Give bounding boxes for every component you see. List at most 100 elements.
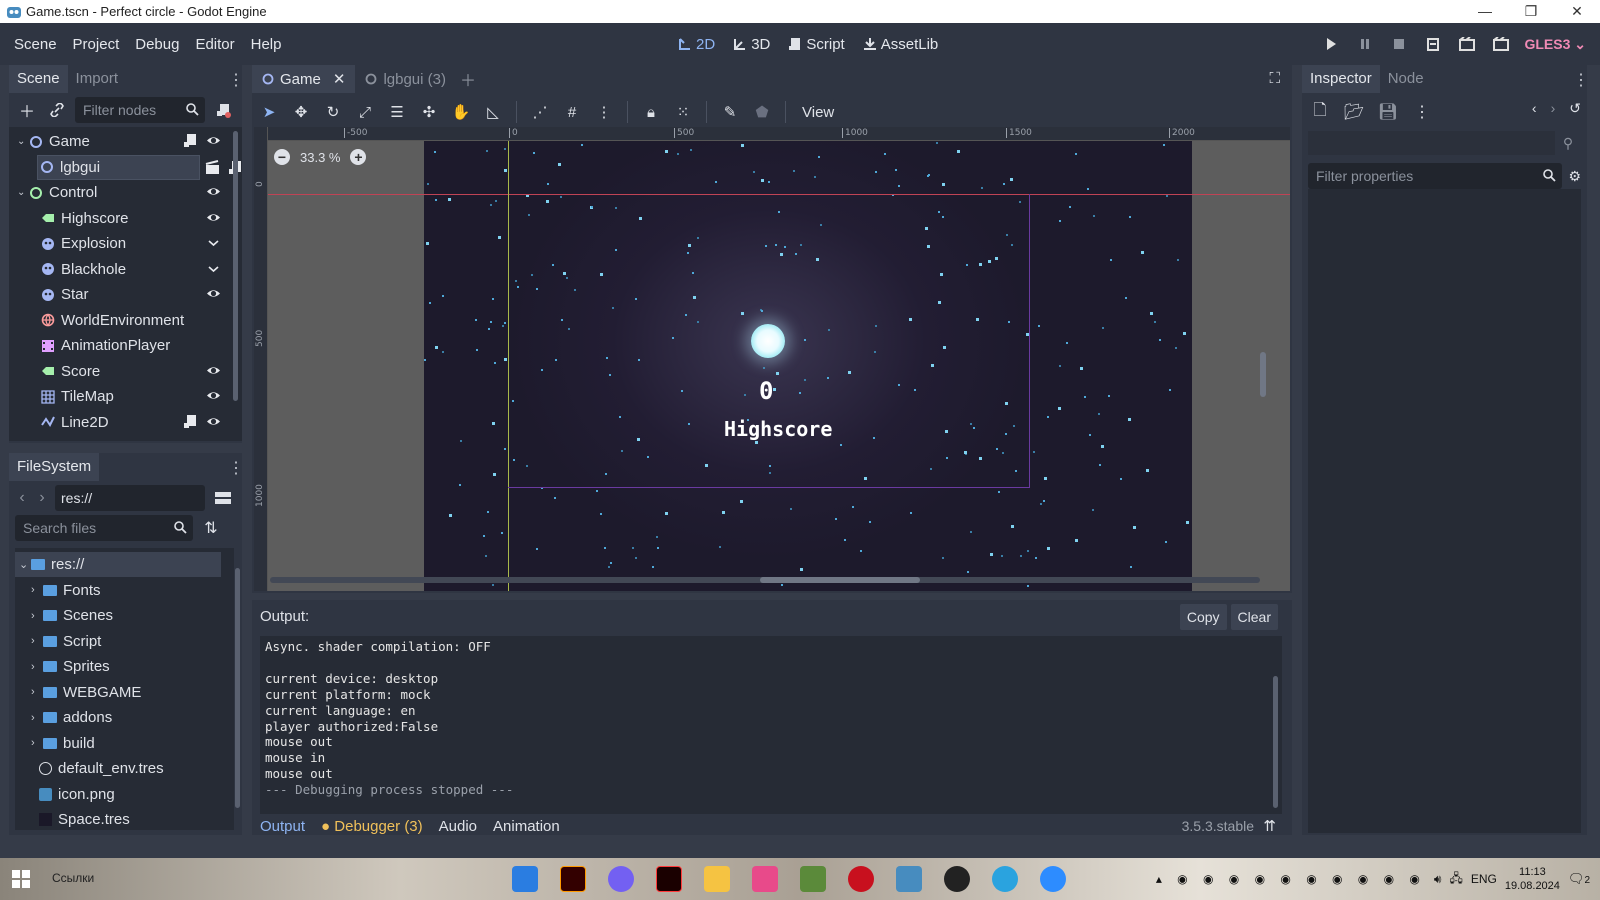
split-view-icon[interactable] — [211, 486, 235, 510]
history-forward-icon[interactable]: › — [1551, 100, 1556, 117]
horizontal-scrollbar[interactable] — [760, 577, 920, 583]
filesystem-item[interactable]: › WEBGAME — [15, 680, 225, 705]
filesystem-item[interactable]: › Fonts — [15, 578, 225, 603]
menu-debug[interactable]: Debug — [127, 36, 187, 53]
path-input[interactable]: res:// — [55, 485, 205, 511]
instance-scene-button[interactable] — [45, 98, 69, 122]
photos-app-icon[interactable] — [512, 866, 538, 892]
workspace-3d-button[interactable]: 3D — [727, 36, 776, 53]
search-files-input[interactable]: Search files — [15, 515, 193, 541]
back-icon[interactable]: ‹ — [15, 486, 29, 510]
animate-app-icon[interactable] — [656, 866, 682, 892]
object-search-icon[interactable]: ⚲ — [1555, 135, 1581, 152]
play-button[interactable] — [1320, 33, 1342, 55]
minimize-button[interactable]: — — [1462, 0, 1508, 23]
view-menu-button[interactable]: View — [796, 104, 840, 121]
visibility-eye-icon[interactable] — [206, 133, 221, 148]
paint-app-icon[interactable] — [752, 866, 778, 892]
pivot-mode-icon[interactable]: ✣ — [416, 99, 442, 125]
zoom-app-icon[interactable] — [1040, 866, 1066, 892]
scene-tree-node[interactable]: AnimationPlayer — [9, 333, 229, 358]
scene-tree-node[interactable]: Highscore — [9, 206, 229, 231]
visibility-eye-icon[interactable] — [206, 363, 221, 378]
windows-start-icon[interactable] — [12, 870, 30, 888]
save-resource-icon[interactable]: 💾︎ — [1376, 100, 1400, 124]
lock-icon[interactable]: 🔒︎ — [638, 99, 664, 125]
restore-button[interactable]: ❐ — [1508, 0, 1554, 23]
pin-panel-icon[interactable]: ⇈ — [1263, 817, 1276, 835]
visibility-eye-icon[interactable] — [206, 184, 221, 199]
close-tab-icon[interactable]: ✕ — [333, 70, 346, 88]
inspector-menu-icon[interactable] — [1573, 70, 1583, 88]
language-indicator[interactable]: ENG — [1471, 872, 1497, 886]
obs-app-icon[interactable] — [944, 866, 970, 892]
new-scene-tab-icon[interactable]: ＋ — [456, 67, 480, 91]
game-highscore-text[interactable]: Highscore — [724, 417, 832, 441]
grid-snap-icon[interactable]: # — [559, 99, 585, 125]
illustrator-app-icon[interactable] — [560, 866, 586, 892]
close-window-button[interactable]: ✕ — [1554, 0, 1600, 23]
tab-import[interactable]: Import — [68, 65, 127, 93]
list-select-icon[interactable]: ☰ — [384, 99, 410, 125]
object-selector[interactable]: ⚲ — [1308, 129, 1581, 157]
tab-inspector[interactable]: Inspector — [1302, 65, 1380, 93]
skeleton-icon[interactable]: ✎ — [717, 99, 743, 125]
ruler-mode-icon[interactable]: ◺ — [480, 99, 506, 125]
expand-arrow-icon[interactable]: ⌄ — [17, 136, 29, 147]
stop-button[interactable] — [1388, 33, 1410, 55]
forward-icon[interactable]: › — [35, 486, 49, 510]
zoom-in-button[interactable]: + — [350, 149, 367, 165]
attach-script-button[interactable] — [211, 98, 235, 122]
zoom-out-button[interactable]: − — [274, 149, 290, 165]
mask-icon[interactable]: ⬟ — [749, 99, 775, 125]
output-log[interactable]: Async. shader compilation: OFF current d… — [260, 636, 1282, 814]
add-node-button[interactable]: ＋ — [15, 98, 39, 122]
filesystem-item[interactable]: default_env.tres — [15, 756, 225, 781]
zoom-reset-button[interactable]: 33.3 % — [300, 150, 340, 165]
menu-help[interactable]: Help — [243, 36, 290, 53]
chevron-right-icon[interactable]: › — [31, 635, 43, 647]
tab-scene[interactable]: Scene — [9, 65, 68, 93]
scene-tree-node[interactable]: ⌄ Game — [9, 129, 229, 154]
snap-options-icon[interactable]: ⋮ — [591, 99, 617, 125]
move-mode-icon[interactable]: ✥ — [288, 99, 314, 125]
tab-filesystem[interactable]: FileSystem — [9, 453, 100, 481]
filesystem-item[interactable]: icon.png — [15, 782, 225, 807]
filesystem-item[interactable]: ⌄ res:// — [15, 552, 221, 577]
chevron-right-icon[interactable]: › — [31, 712, 43, 724]
network-icon[interactable]: 🖧︎ — [1449, 869, 1462, 890]
tab-node[interactable]: Node — [1380, 65, 1432, 93]
opera-app-icon[interactable] — [848, 866, 874, 892]
godot-app-icon[interactable] — [896, 866, 922, 892]
menu-project[interactable]: Project — [65, 36, 128, 53]
chevron-down-icon[interactable] — [206, 261, 221, 276]
bottom-tab-output[interactable]: Output — [260, 818, 305, 835]
minecraft-app-icon[interactable] — [800, 866, 826, 892]
attached-script-icon[interactable] — [183, 133, 198, 148]
copy-output-button[interactable]: Copy — [1179, 604, 1227, 630]
scene-tree-node[interactable]: WorldEnvironment — [9, 308, 229, 333]
telegram-app-icon[interactable] — [992, 866, 1018, 892]
new-resource-icon[interactable]: 🗋︎ — [1308, 100, 1332, 124]
chevron-right-icon[interactable]: › — [31, 737, 43, 749]
scene-dock-menu-icon[interactable] — [228, 70, 238, 88]
taskbar-links[interactable]: Ссылки — [52, 871, 94, 885]
scene-tab-game[interactable]: Game ✕ — [252, 65, 356, 93]
chevron-right-icon[interactable]: › — [31, 584, 43, 596]
scene-tree-node[interactable]: Explosion — [9, 231, 229, 256]
star-sprite[interactable] — [751, 324, 785, 358]
filesystem-item[interactable]: › Script — [15, 629, 225, 654]
visibility-eye-icon[interactable] — [206, 388, 221, 403]
expand-arrow-icon[interactable]: ⌄ — [17, 187, 29, 198]
scene-tree-scrollbar[interactable] — [233, 131, 238, 401]
resource-menu-icon[interactable]: ⋮ — [1410, 100, 1434, 124]
filter-properties-input[interactable]: Filter properties — [1308, 163, 1563, 189]
play-custom-scene-button[interactable] — [1490, 33, 1512, 55]
attached-script-icon[interactable] — [183, 414, 198, 429]
output-scrollbar[interactable] — [1273, 676, 1278, 808]
scene-tree-node[interactable]: Star — [9, 282, 229, 307]
pan-mode-icon[interactable]: ✋ — [448, 99, 474, 125]
chevron-down-icon[interactable]: ⌄ — [19, 558, 31, 571]
property-sort-icon[interactable]: ⚙ — [1568, 168, 1581, 185]
workspace-assetlib-button[interactable]: AssetLib — [857, 36, 945, 53]
